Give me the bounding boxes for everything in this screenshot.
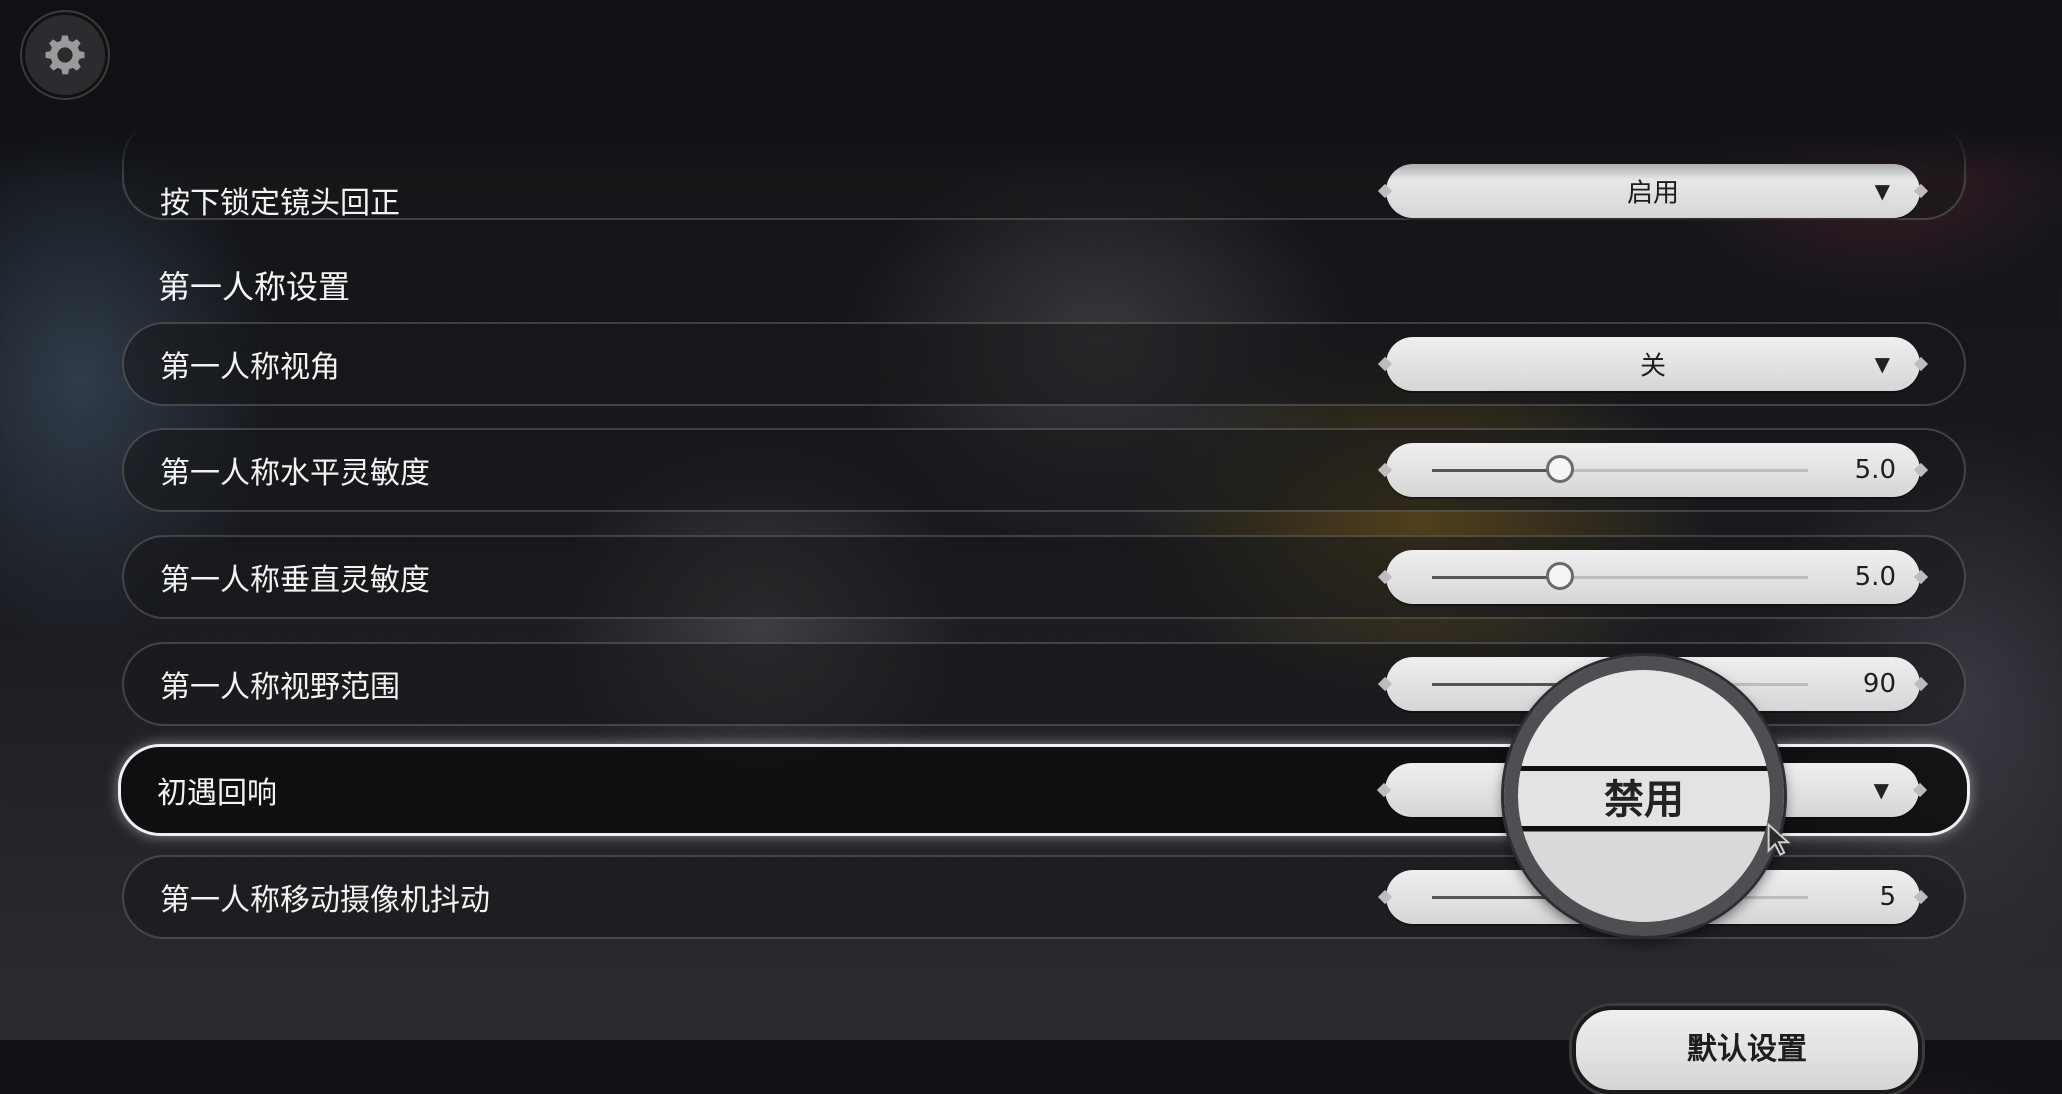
setting-label: 按下锁定镜头回正 (160, 186, 400, 221)
setting-label: 第一人称视野范围 (160, 670, 400, 705)
gear-icon (45, 35, 85, 75)
slider-value: 5.0 (1854, 562, 1896, 592)
settings-button[interactable] (22, 12, 108, 98)
setting-label: 第一人称移动摄像机抖动 (160, 883, 490, 918)
slider-value: 5 (1879, 882, 1896, 912)
slider-value: 5.0 (1854, 455, 1896, 485)
scroll-fade (0, 0, 2062, 180)
slider-track[interactable] (1432, 562, 1808, 590)
slider-fill (1432, 469, 1560, 472)
slider-thumb[interactable] (1545, 455, 1574, 483)
chevron-down-icon: ▼ (1874, 352, 1890, 376)
slider-vertical-sensitivity[interactable]: 5.0 (1386, 550, 1920, 604)
slider-horizontal-sensitivity[interactable]: 5.0 (1386, 443, 1920, 497)
dropdown-first-person-view[interactable]: 关 ▼ (1386, 337, 1920, 391)
setting-row-horizontal-sensitivity[interactable]: 第一人称水平灵敏度 5.0 (122, 428, 1966, 512)
slider-track[interactable] (1432, 455, 1808, 483)
setting-label: 第一人称垂直灵敏度 (160, 563, 430, 598)
dropdown-value: 关 (1639, 351, 1666, 382)
setting-label: 第一人称水平灵敏度 (160, 456, 430, 491)
default-settings-label: 默认设置 (1687, 1032, 1807, 1067)
chevron-down-icon: ▼ (1874, 179, 1890, 203)
setting-row-vertical-sensitivity[interactable]: 第一人称垂直灵敏度 5.0 (122, 535, 1966, 619)
magnifier-overlay: 禁用 (1504, 656, 1784, 936)
magnified-value: 禁用 (1604, 777, 1684, 823)
cursor-icon (1767, 822, 1791, 856)
default-settings-button[interactable]: 默认设置 (1572, 1006, 1922, 1094)
chevron-down-icon: ▼ (1873, 778, 1889, 802)
section-title: 第一人称设置 (158, 268, 351, 306)
slider-fill (1432, 576, 1560, 579)
slider-value: 90 (1862, 669, 1896, 699)
setting-row-first-person-view[interactable]: 第一人称视角 关 ▼ (122, 322, 1966, 406)
setting-label: 第一人称视角 (160, 350, 340, 385)
setting-label: 初遇回响 (157, 776, 277, 811)
slider-thumb[interactable] (1545, 562, 1574, 590)
